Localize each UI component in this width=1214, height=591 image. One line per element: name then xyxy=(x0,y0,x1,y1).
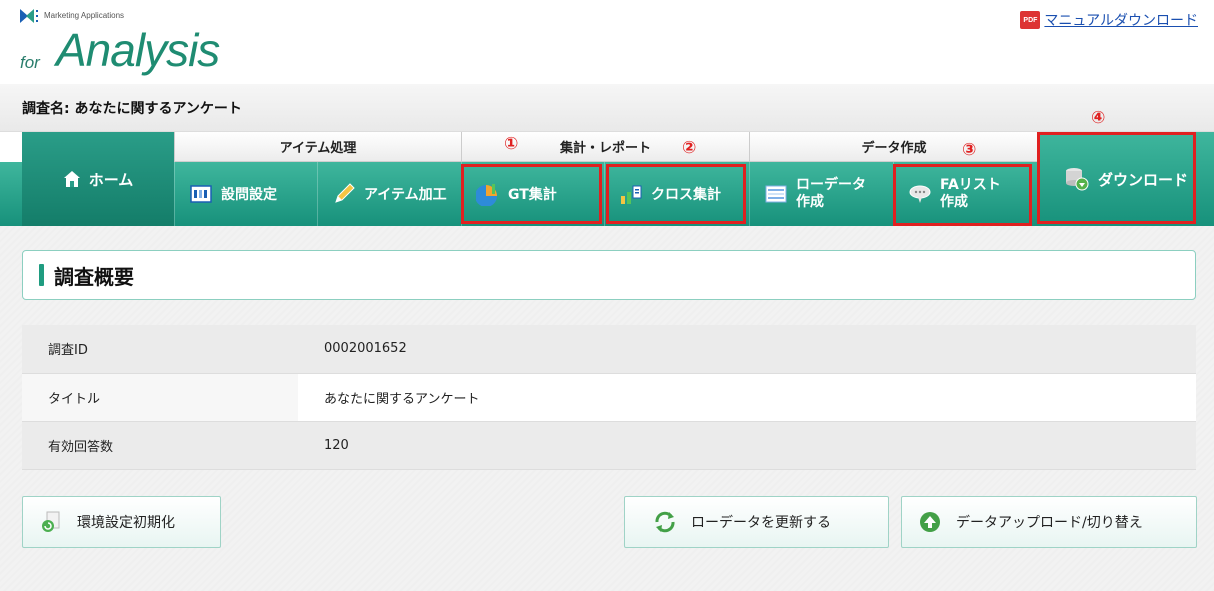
nav-fa-list-creation-label: FAリスト 作成 xyxy=(940,177,1001,211)
upload-icon xyxy=(920,512,940,532)
nav-fa-list-line2: 作成 xyxy=(940,194,968,210)
manual-download[interactable]: PDF マニュアルダウンロード xyxy=(1020,10,1198,30)
nav-download[interactable]: ダウンロード xyxy=(1038,132,1214,226)
row-value: 120 xyxy=(298,421,1196,470)
table-row: 有効回答数 120 xyxy=(22,421,1196,470)
nav-home-label: ホーム xyxy=(88,170,134,189)
app-logo: Marketing Applications for Analysis xyxy=(20,8,260,78)
gt-chart-icon xyxy=(476,184,497,206)
row-value: 0002001652 xyxy=(298,325,1196,374)
cross-chart-icon xyxy=(621,185,642,204)
logo-mark-icon xyxy=(20,9,38,23)
main-nav: ホーム アイテム処理 集計・レポート データ作成 設問設定 アイテム加工 GT集… xyxy=(0,132,1214,226)
reset-settings-label: 環境設定初期化 xyxy=(77,515,175,531)
nav-raw-data-creation-label: ローデータ 作成 xyxy=(796,177,866,211)
nav-cross-aggregation[interactable]: クロス集計 xyxy=(604,162,749,226)
raw-data-icon xyxy=(765,185,787,203)
nav-cross-aggregation-label: クロス集計 xyxy=(651,187,721,203)
nav-gt-aggregation[interactable]: GT集計 xyxy=(461,162,604,226)
nav-raw-data-line1: ローデータ xyxy=(796,177,866,193)
logo-tagline: Marketing Applications xyxy=(44,11,125,20)
settings-icon xyxy=(190,185,212,203)
nav-fa-list-creation[interactable]: FAリスト 作成 xyxy=(893,162,1038,226)
row-value: あなたに関するアンケート xyxy=(298,373,1196,422)
logo-analysis-text: Analysis xyxy=(56,24,220,76)
pencil-icon xyxy=(335,183,355,203)
survey-name: 調査名: あなたに関するアンケート xyxy=(22,101,242,117)
overview-header: 調査概要 xyxy=(22,250,1196,300)
nav-gt-aggregation-label: GT集計 xyxy=(508,187,557,203)
survey-name-bar: 調査名: あなたに関するアンケート xyxy=(0,84,1214,132)
overview-table: 調査ID 0002001652 タイトル あなたに関するアンケート 有効回答数 … xyxy=(22,325,1196,470)
row-key: タイトル xyxy=(22,373,298,422)
nav-item-processing-label: アイテム加工 xyxy=(364,187,447,203)
reset-icon xyxy=(42,511,60,532)
section-accent-bar xyxy=(39,264,44,286)
table-row: タイトル あなたに関するアンケート xyxy=(22,373,1196,422)
marker-3: ③ xyxy=(962,140,977,160)
marker-1: ① xyxy=(504,134,519,154)
nav-raw-data-creation[interactable]: ローデータ 作成 xyxy=(749,162,893,226)
home-icon xyxy=(63,171,80,187)
group-data-creation: データ作成 xyxy=(749,132,1038,162)
data-upload-switch-label: データアップロード/切り替え xyxy=(956,515,1143,531)
group-item-processing: アイテム処理 xyxy=(174,132,461,162)
refresh-raw-data-button[interactable]: ローデータを更新する xyxy=(624,496,889,548)
app-header: Marketing Applications for Analysis PDF … xyxy=(0,0,1214,84)
table-row: 調査ID 0002001652 xyxy=(22,325,1196,374)
nav-fa-list-line1: FAリスト xyxy=(940,177,1001,193)
nav-item-processing[interactable]: アイテム加工 xyxy=(317,162,461,226)
nav-raw-data-line2: 作成 xyxy=(796,194,824,210)
refresh-raw-data-label: ローデータを更新する xyxy=(691,515,831,531)
fa-list-icon xyxy=(909,185,931,203)
logo-for-text: for xyxy=(20,53,40,72)
main-content: 調査概要 調査ID 0002001652 タイトル あなたに関するアンケート 有… xyxy=(0,226,1214,591)
refresh-icon xyxy=(655,511,675,533)
nav-download-label: ダウンロード xyxy=(1097,170,1188,189)
nav-home[interactable]: ホーム xyxy=(22,132,174,226)
nav-question-settings[interactable]: 設問設定 xyxy=(174,162,317,226)
marker-2: ② xyxy=(682,138,697,158)
database-download-icon xyxy=(1065,168,1089,191)
manual-download-link[interactable]: マニュアルダウンロード xyxy=(1044,10,1198,30)
data-upload-switch-button[interactable]: データアップロード/切り替え xyxy=(901,496,1197,548)
reset-settings-button[interactable]: 環境設定初期化 xyxy=(22,496,221,548)
overview-title: 調査概要 xyxy=(54,264,134,289)
row-key: 有効回答数 xyxy=(22,421,298,470)
pdf-icon: PDF xyxy=(1020,11,1041,29)
nav-question-settings-label: 設問設定 xyxy=(221,187,277,203)
row-key: 調査ID xyxy=(22,325,298,374)
marker-4: ④ xyxy=(1091,108,1106,128)
